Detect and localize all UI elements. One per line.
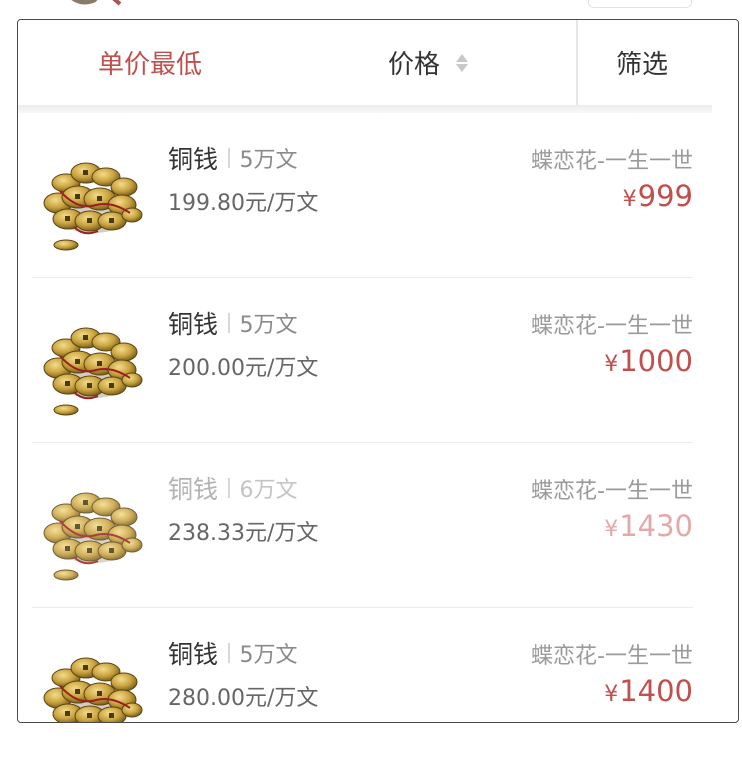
listing-price-value: 999 (637, 179, 693, 213)
market-panel: 单价最低 价格 筛选 铜钱 5万文 199.80元/万文 蝶恋花-一生一世 ¥9… (17, 19, 739, 723)
listing-price: ¥999 (623, 179, 693, 213)
copper-coins-icon (38, 306, 148, 416)
sort-bar: 单价最低 价格 筛选 (18, 20, 738, 105)
listing-unit-price: 238.33元/万文 (168, 521, 319, 546)
filter-button[interactable]: 筛选 (616, 20, 668, 105)
listing-amount: 5万文 (239, 148, 298, 173)
listing-price: ¥1430 (604, 509, 693, 543)
listing-name-separator (228, 148, 230, 168)
listing-item[interactable]: 铜钱 6万文 238.33元/万文 蝶恋花-一生一世 ¥1430 (18, 443, 738, 608)
listing-amount: 5万文 (239, 313, 298, 338)
listing-name: 铜钱 (168, 145, 219, 174)
listing-title-row: 铜钱 5万文 (168, 141, 298, 175)
listing-price: ¥1400 (604, 674, 693, 708)
listing-item[interactable]: 铜钱 5万文 280.00元/万文 蝶恋花-一生一世 ¥1400 (18, 608, 738, 722)
listing-title-row: 铜钱 5万文 (168, 306, 298, 340)
listing-price-value: 1000 (619, 344, 693, 378)
listing-server: 蝶恋花-一生一世 (531, 314, 693, 339)
listing-name-separator (228, 643, 230, 663)
currency-symbol: ¥ (622, 187, 637, 212)
listing-unit-price: 199.80元/万文 (168, 191, 319, 216)
listing-name-separator (228, 478, 230, 498)
listing-title-row: 铜钱 6万文 (168, 471, 298, 505)
currency-symbol: ¥ (604, 517, 619, 542)
listing-price: ¥1000 (604, 344, 693, 378)
listing-item[interactable]: 铜钱 5万文 199.80元/万文 蝶恋花-一生一世 ¥999 (18, 113, 738, 278)
partial-header-button (588, 0, 692, 8)
sort-bar-shadow (18, 105, 712, 113)
copper-coins-icon (38, 636, 148, 722)
listing-price-value: 1430 (619, 509, 693, 543)
listing-name: 铜钱 (168, 310, 219, 339)
currency-symbol: ¥ (604, 682, 619, 707)
filter-divider (576, 20, 578, 105)
filter-label: 筛选 (616, 50, 669, 80)
listing-unit-price: 280.00元/万文 (168, 686, 319, 711)
listing-amount: 5万文 (239, 643, 298, 668)
listing-price-value: 1400 (619, 674, 693, 708)
copper-coins-icon (38, 471, 148, 581)
partial-header-graphic (71, 0, 122, 6)
listing-amount: 6万文 (239, 478, 298, 503)
sort-lowest-unit-price-label: 单价最低 (98, 50, 203, 80)
listing-item[interactable]: 铜钱 5万文 200.00元/万文 蝶恋花-一生一世 ¥1000 (18, 278, 738, 443)
listing-unit-price: 200.00元/万文 (168, 356, 319, 381)
listing-server: 蝶恋花-一生一世 (531, 479, 693, 504)
sort-price-tab[interactable]: 价格 (388, 20, 469, 105)
sort-price-label: 价格 (388, 50, 441, 80)
sort-arrows-icon (456, 53, 469, 72)
listing-name-separator (228, 313, 230, 333)
listing-title-row: 铜钱 5万文 (168, 636, 298, 670)
listing-name: 铜钱 (168, 475, 219, 504)
sort-lowest-unit-price-tab[interactable]: 单价最低 (98, 20, 202, 105)
copper-coins-icon (38, 141, 148, 251)
listing-server: 蝶恋花-一生一世 (531, 149, 693, 174)
listing-server: 蝶恋花-一生一世 (531, 644, 693, 669)
listing-name: 铜钱 (168, 640, 219, 669)
currency-symbol: ¥ (604, 352, 619, 377)
